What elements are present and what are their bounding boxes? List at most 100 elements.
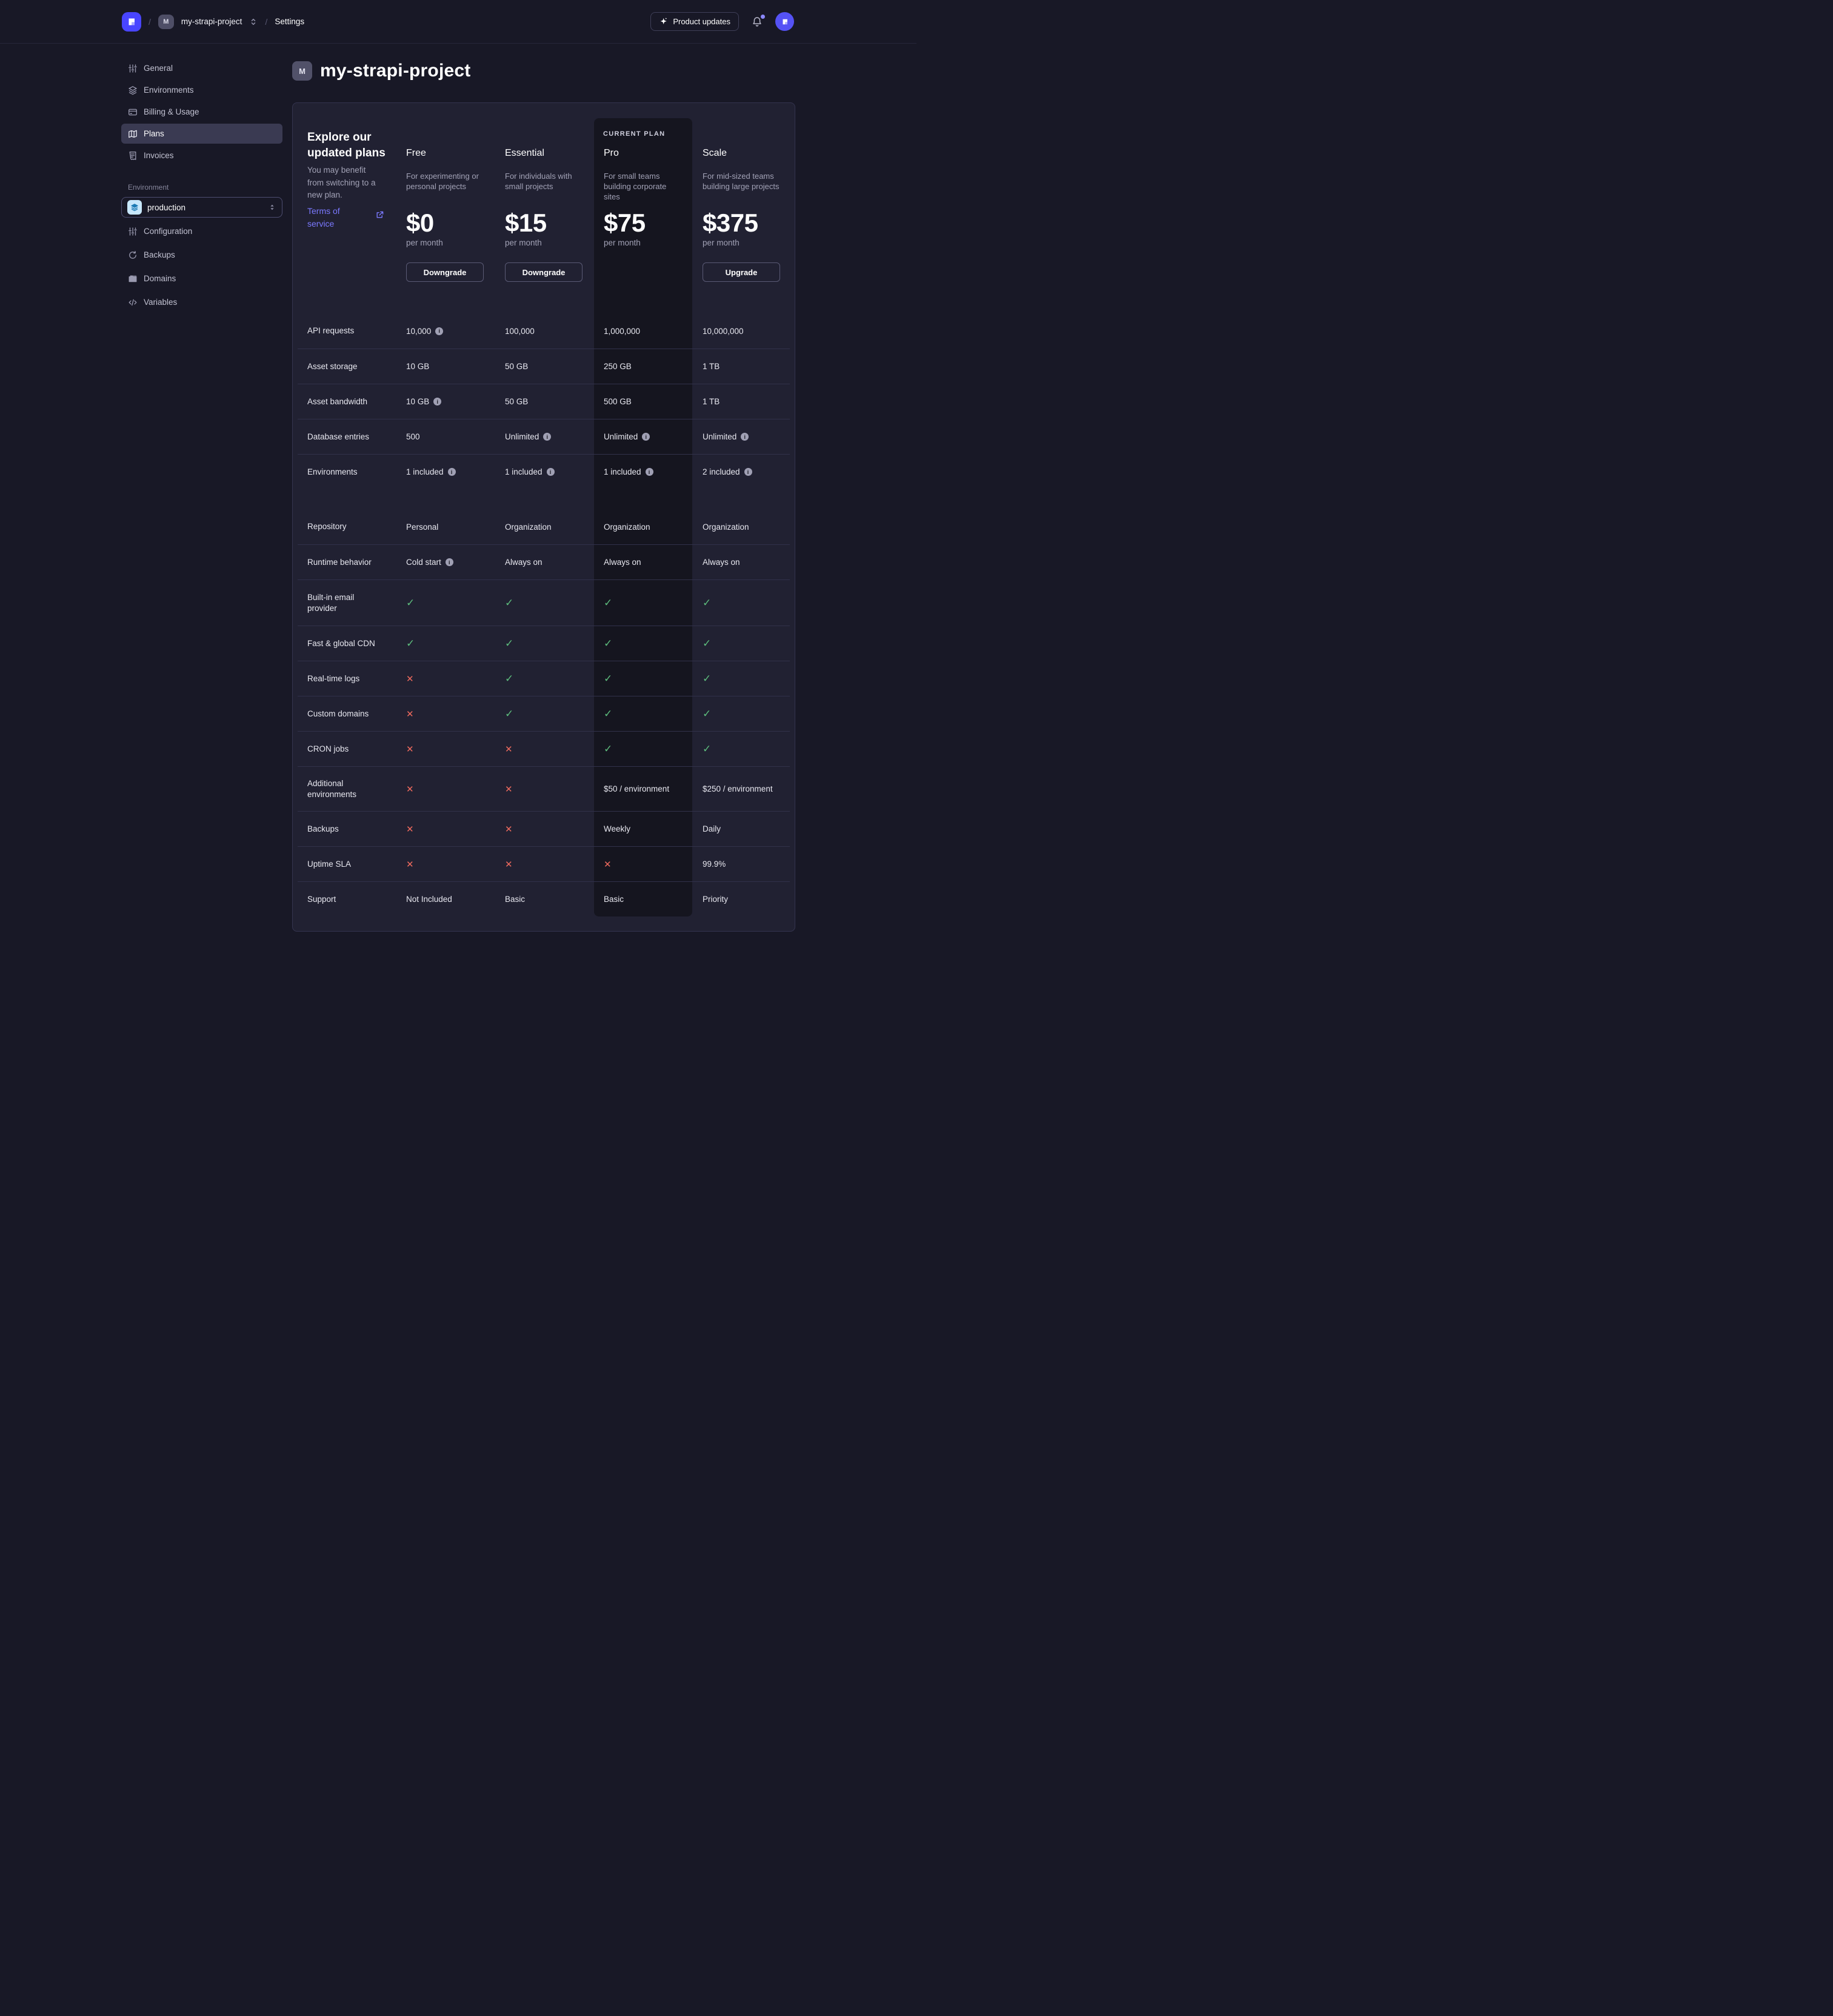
cross-icon: ✕ bbox=[505, 784, 513, 795]
feature-label: Additional environments bbox=[307, 778, 406, 800]
feature-value: 10,000 bbox=[406, 327, 431, 336]
feature-value: 50 GB bbox=[505, 362, 528, 371]
plan-column-pro: Pro For small teams building corporate s… bbox=[604, 118, 703, 313]
feature-row-support: Support Not Included Basic Basic Priorit… bbox=[298, 881, 790, 916]
check-icon: ✓ bbox=[406, 597, 415, 609]
info-icon[interactable]: i bbox=[543, 433, 551, 441]
check-icon: ✓ bbox=[703, 673, 711, 685]
cross-icon: ✕ bbox=[406, 859, 414, 870]
info-icon[interactable]: i bbox=[642, 433, 650, 441]
feature-value: 99.9% bbox=[703, 859, 726, 869]
feature-row-uptime-sla: Uptime SLA ✕ ✕ ✕ 99.9% bbox=[298, 846, 790, 881]
sidebar-item-general[interactable]: General bbox=[121, 58, 282, 78]
breadcrumb-project[interactable]: my-strapi-project bbox=[181, 17, 242, 26]
feature-value: 1 TB bbox=[703, 397, 720, 406]
page-header: M my-strapi-project bbox=[292, 61, 470, 81]
info-icon[interactable]: i bbox=[446, 558, 453, 566]
feature-row-environments: Environments 1 includedi 1 includedi 1 i… bbox=[298, 454, 790, 489]
plans-card: CURRENT PLAN Explore our updated plans Y… bbox=[292, 102, 795, 932]
feature-value: 2 included bbox=[703, 467, 740, 476]
plan-price-period: per month bbox=[703, 238, 740, 247]
info-icon[interactable]: i bbox=[744, 468, 752, 476]
environment-selected-value: production bbox=[147, 203, 185, 212]
plans-subtitle: You may benefit from switching to a new … bbox=[307, 164, 384, 202]
feature-label: Environments bbox=[307, 467, 406, 478]
plans-table: Explore our updated plans You may benefi… bbox=[298, 118, 790, 916]
feature-row-runtime-behavior: Runtime behavior Cold starti Always on A… bbox=[298, 544, 790, 579]
feature-row-cron-jobs: CRON jobs ✕ ✕ ✓ ✓ bbox=[298, 731, 790, 766]
feature-value: Unlimited bbox=[604, 432, 638, 441]
feature-value: Cold start bbox=[406, 558, 441, 567]
plan-name: Essential bbox=[505, 148, 544, 159]
feature-value: Organization bbox=[505, 522, 552, 532]
feature-row-api-requests: API requests 10,000i 100,000 1,000,000 1… bbox=[298, 313, 790, 349]
sidebar-item-configuration[interactable]: Configuration bbox=[121, 221, 282, 241]
info-icon[interactable]: i bbox=[741, 433, 749, 441]
plan-description: For individuals with small projects bbox=[505, 171, 579, 192]
plan-price: $15 bbox=[505, 209, 547, 238]
plan-column-free: Free For experimenting or personal proje… bbox=[406, 118, 505, 313]
info-icon[interactable]: i bbox=[646, 468, 653, 476]
plan-description: For small teams building corporate sites bbox=[604, 171, 676, 202]
environment-select[interactable]: production bbox=[121, 197, 282, 218]
feature-label: Database entries bbox=[307, 432, 406, 442]
feature-row-realtime-logs: Real-time logs ✕ ✓ ✓ ✓ bbox=[298, 661, 790, 696]
sidebar-item-domains[interactable]: Domains bbox=[121, 269, 282, 289]
feature-value: 1 included bbox=[505, 467, 543, 476]
breadcrumb-settings[interactable]: Settings bbox=[275, 17, 304, 26]
check-icon: ✓ bbox=[703, 708, 711, 720]
plan-price-period: per month bbox=[604, 238, 641, 247]
info-icon[interactable]: i bbox=[433, 398, 441, 406]
downgrade-essential-button[interactable]: Downgrade bbox=[505, 262, 583, 282]
feature-value: Organization bbox=[604, 522, 650, 532]
environment-layers-icon bbox=[127, 200, 142, 215]
strapi-logo-mark bbox=[126, 16, 137, 27]
feature-value: 1 included bbox=[406, 467, 444, 476]
info-icon[interactable]: i bbox=[448, 468, 456, 476]
sidebar-item-label: Environments bbox=[144, 85, 194, 95]
external-link-icon[interactable] bbox=[375, 210, 384, 219]
feature-row-repository: Repository Personal Organization Organiz… bbox=[298, 509, 790, 544]
cross-icon: ✕ bbox=[406, 709, 414, 719]
check-icon: ✓ bbox=[604, 743, 612, 755]
feature-row-database-entries: Database entries 500 Unlimitedi Unlimite… bbox=[298, 419, 790, 454]
sidebar-item-backups[interactable]: Backups bbox=[121, 245, 282, 265]
environment-nav: Configuration Backups Domains bbox=[121, 221, 282, 312]
user-avatar[interactable] bbox=[775, 12, 794, 31]
plan-description: For experimenting or personal projects bbox=[406, 171, 485, 192]
product-updates-button[interactable]: Product updates bbox=[650, 12, 739, 31]
feature-value: Always on bbox=[604, 558, 641, 567]
sidebar-item-invoices[interactable]: Invoices bbox=[121, 145, 282, 165]
check-icon: ✓ bbox=[505, 597, 513, 609]
info-icon[interactable]: i bbox=[547, 468, 555, 476]
plan-price-period: per month bbox=[505, 238, 542, 247]
terms-of-service-link[interactable]: Terms of service bbox=[307, 205, 351, 230]
chevron-up-down-icon bbox=[268, 203, 276, 212]
cross-icon: ✕ bbox=[406, 784, 414, 795]
info-icon[interactable]: i bbox=[435, 327, 443, 335]
sidebar-item-plans[interactable]: Plans bbox=[121, 124, 282, 144]
plan-name: Pro bbox=[604, 148, 619, 159]
upgrade-scale-button[interactable]: Upgrade bbox=[703, 262, 780, 282]
check-icon: ✓ bbox=[604, 708, 612, 720]
feature-value: Unlimited bbox=[703, 432, 736, 441]
sidebar-item-label: Configuration bbox=[144, 227, 192, 236]
feature-label: Runtime behavior bbox=[307, 557, 406, 568]
sidebar-item-label: Invoices bbox=[144, 151, 174, 160]
project-switcher-icon[interactable] bbox=[249, 18, 258, 26]
downgrade-free-button[interactable]: Downgrade bbox=[406, 262, 484, 282]
notification-dot bbox=[761, 15, 765, 19]
environment-section-label: Environment bbox=[128, 183, 276, 192]
strapi-logo[interactable] bbox=[122, 12, 141, 32]
sidebar-item-environments[interactable]: Environments bbox=[121, 80, 282, 100]
sidebar-item-variables[interactable]: Variables bbox=[121, 292, 282, 312]
feature-value: 1,000,000 bbox=[604, 327, 640, 336]
notifications-button[interactable] bbox=[752, 16, 763, 27]
section-spacer bbox=[298, 489, 790, 509]
check-icon: ✓ bbox=[505, 673, 513, 685]
check-icon: ✓ bbox=[505, 638, 513, 650]
plan-price: $375 bbox=[703, 209, 758, 238]
sidebar-item-billing-usage[interactable]: Billing & Usage bbox=[121, 102, 282, 122]
check-icon: ✓ bbox=[604, 597, 612, 609]
breadcrumb: / M my-strapi-project / Settings bbox=[122, 12, 304, 32]
